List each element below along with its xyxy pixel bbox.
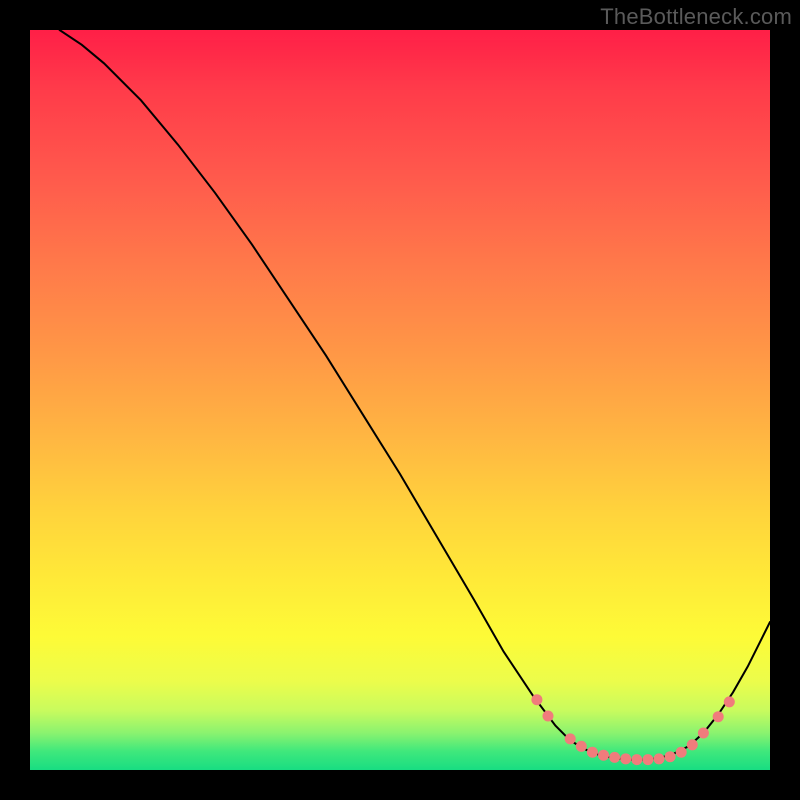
highlight-dot xyxy=(565,733,576,744)
highlight-dot xyxy=(531,694,542,705)
watermark-text: TheBottleneck.com xyxy=(600,4,792,30)
highlight-dot xyxy=(698,728,709,739)
plot-area xyxy=(30,30,770,770)
highlight-dot xyxy=(576,741,587,752)
highlight-dot xyxy=(687,739,698,750)
chart-frame: TheBottleneck.com xyxy=(0,0,800,800)
highlight-dot xyxy=(676,747,687,758)
highlight-dot xyxy=(713,711,724,722)
highlight-dot xyxy=(654,753,665,764)
chart-overlay xyxy=(30,30,770,770)
highlight-dot xyxy=(665,751,676,762)
highlight-dot xyxy=(587,747,598,758)
highlight-dot xyxy=(620,753,631,764)
highlight-dot xyxy=(598,750,609,761)
highlight-dot xyxy=(724,696,735,707)
highlight-dot xyxy=(642,754,653,765)
highlight-dot xyxy=(609,752,620,763)
highlight-dot xyxy=(543,711,554,722)
bottleneck-curve xyxy=(60,30,770,760)
highlight-dots xyxy=(531,694,734,765)
highlight-dot xyxy=(631,754,642,765)
